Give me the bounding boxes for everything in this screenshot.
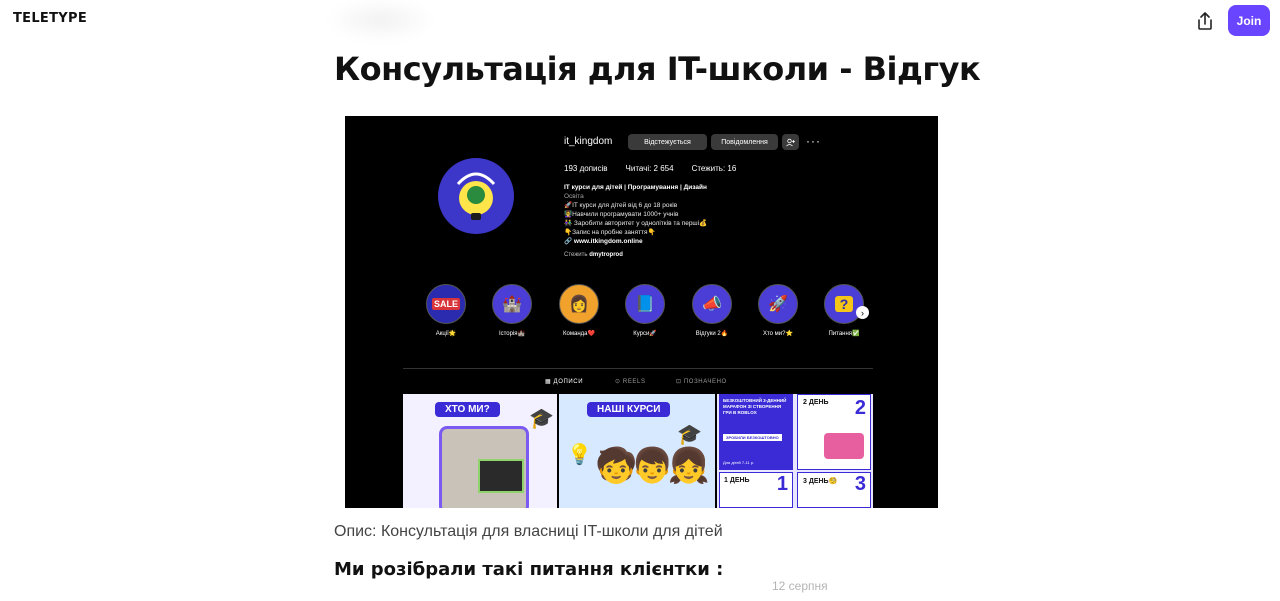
highlight-item: 📣 Відгуки 2🔥	[690, 284, 734, 337]
team-glyph: 👩	[569, 296, 589, 313]
bio-line: 👩‍🏫Навчили програмувати 1000+ учнів	[564, 211, 679, 218]
question-icon: ?	[824, 284, 864, 324]
message-button: Повідомлення	[711, 134, 778, 150]
bio-line: 👫 Заробити авторитет у однолітків та пер…	[564, 220, 708, 227]
day-number: 2	[854, 397, 866, 419]
lightbulb-icon	[456, 172, 496, 220]
book-glyph: 📘	[635, 296, 655, 313]
castle-glyph: 🏰	[502, 296, 522, 313]
marathon-panel: БЕЗКОШТОВНИЙ 3-ДЕННИЙ МАРАФОН ЗІ СТВОРЕН…	[719, 394, 793, 470]
chevron-right-icon: ›	[856, 306, 869, 319]
day-number: 1	[776, 473, 788, 495]
day-label: 1 ДЕНЬ	[724, 477, 750, 484]
followed-by-prefix: Стежить	[564, 252, 588, 258]
post-title: ХТО МИ?	[435, 402, 500, 417]
highlight-label: Питання✅	[828, 331, 860, 337]
followed-by: Стежить dmytroprod	[564, 252, 623, 258]
sale-badge: SALE	[431, 298, 460, 310]
day2-panel: 2 ДЕНЬ 2	[797, 394, 871, 470]
tabs-divider	[403, 368, 873, 369]
rocket-glyph: 🚀	[768, 296, 788, 313]
article-title: Консультація для IT-школи - Відгук	[334, 50, 981, 88]
day1-panel: 1 ДЕНЬ 1	[719, 472, 793, 508]
posts-count: 193 дописів	[564, 164, 608, 173]
join-button[interactable]: Join	[1228, 5, 1270, 36]
megaphone-icon: 📣	[692, 284, 732, 324]
post-tile: БЕЗКОШТОВНИЙ 3-ДЕННИЙ МАРАФОН ЗІ СТВОРЕН…	[717, 394, 873, 508]
highlight-label: Акції🌟	[435, 331, 457, 337]
followers-count: Читачі: 2 654	[625, 164, 674, 173]
kids-illustration: 🧒👦👧	[595, 447, 710, 485]
highlight-item: 👩 Команда❤️	[557, 284, 601, 337]
highlight-label: Відгуки 2🔥	[695, 331, 729, 337]
graduation-cap-icon: 🎓	[677, 424, 702, 446]
image-caption: Опис: Консультація для власниці IT-школи…	[334, 523, 723, 540]
highlight-item: 🏰 Історія🏰	[490, 284, 534, 337]
book-icon: 📘	[625, 284, 665, 324]
monitor-icon	[478, 459, 524, 493]
tab-tagged: ⊡ ПОЗНАЧЕНО	[676, 379, 727, 385]
more-options-icon: ···	[806, 134, 821, 148]
share-button[interactable]	[1193, 9, 1217, 33]
highlight-sale-icon: SALE	[426, 284, 466, 324]
bio-line: 🚀IT курси для дітей від 6 до 18 років	[564, 202, 678, 209]
graduation-cap-icon: 🎓	[529, 408, 554, 430]
castle-icon: 🏰	[492, 284, 532, 324]
profile-stats: 193 дописів Читачі: 2 654 Стежить: 16	[564, 164, 736, 173]
post-title: НАШІ КУРСИ	[587, 402, 671, 417]
blurred-author-info	[326, 0, 436, 40]
profile-bio: IT курси для дітей | Програмування | Диз…	[564, 183, 814, 246]
tab-reels: ⊙ REELS	[615, 379, 646, 385]
car-image	[824, 433, 864, 459]
highlight-label: Курси🚀	[633, 331, 657, 337]
day-label: 2 ДЕНЬ	[803, 399, 829, 406]
marathon-age: Для дітей 7-11 р.	[723, 460, 755, 465]
add-person-icon	[782, 134, 799, 150]
profile-username: it_kingdom	[564, 136, 613, 147]
tab-posts: ▦ ДОПИСИ	[545, 379, 584, 385]
megaphone-glyph: 📣	[702, 296, 722, 313]
post-tile: НАШІ КУРСИ 💡 🎓 🧒👦👧	[559, 394, 715, 508]
lightbulb-icon: 💡	[567, 444, 592, 466]
highlight-label: Команда❤️	[563, 331, 595, 337]
bio-link: 🔗 www.itkingdom.online	[564, 238, 643, 245]
faded-date: 12 серпня	[772, 579, 828, 593]
bio-name: IT курси для дітей | Програмування | Диз…	[564, 184, 707, 191]
teletype-logo[interactable]: TELETYPE	[13, 11, 87, 26]
section-heading: Ми розібрали такі питання клієнтки :	[334, 559, 724, 580]
highlight-label: Історія🏰	[498, 331, 526, 337]
highlight-item: 🚀 Хто ми?⭐	[756, 284, 800, 337]
team-member-icon: 👩	[559, 284, 599, 324]
bio-line: 👇Запис на пробне заняття👇	[564, 229, 656, 236]
article-image-instagram-profile[interactable]: it_kingdom Відстежується Повідомлення ··…	[345, 116, 938, 508]
day3-panel: 3 ДЕНЬ🧐 3	[797, 472, 871, 508]
profile-avatar	[438, 158, 514, 234]
marathon-heading: БЕЗКОШТОВНИЙ 3-ДЕННИЙ МАРАФОН ЗІ СТВОРЕН…	[723, 398, 787, 415]
followed-by-name: dmytroprod	[589, 252, 623, 258]
highlight-item: SALE Акції🌟	[424, 284, 468, 337]
day-number: 3	[854, 473, 866, 495]
following-count: Стежить: 16	[691, 164, 737, 173]
highlight-label: Хто ми?⭐	[763, 331, 793, 337]
question-glyph: ?	[834, 296, 854, 312]
marathon-button: ЗРОБИЛИ БЕЗКОШТОВНО	[723, 434, 782, 441]
share-icon	[1198, 12, 1212, 30]
post-tile: ХТО МИ? 🎓	[403, 394, 557, 508]
day-label: 3 ДЕНЬ🧐	[803, 478, 838, 485]
highlight-item: 📘 Курси🚀	[623, 284, 667, 337]
following-button: Відстежується	[628, 134, 707, 150]
rocket-icon: 🚀	[758, 284, 798, 324]
post-photo	[439, 426, 529, 508]
bio-category: Освіта	[564, 193, 584, 200]
